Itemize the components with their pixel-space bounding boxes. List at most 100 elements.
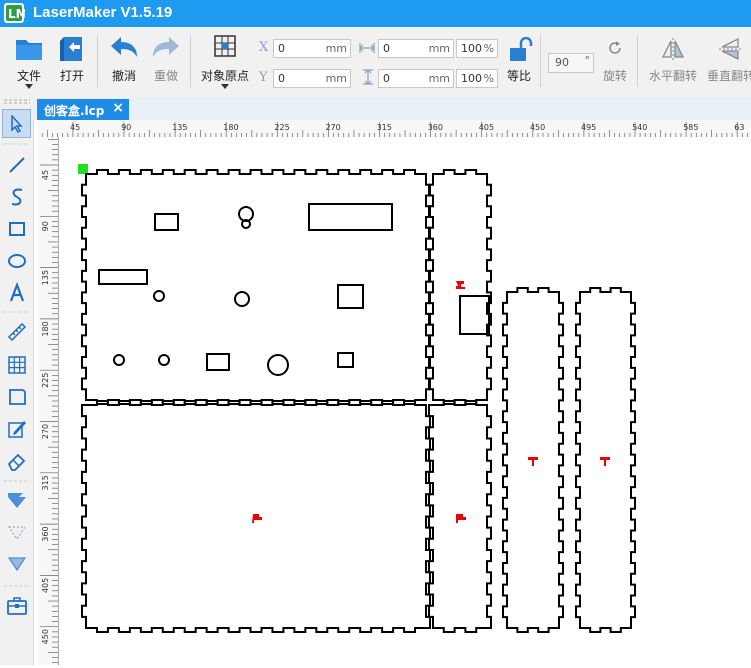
- panel-grip-icon: [4, 143, 30, 145]
- ruler-label: 450: [530, 123, 545, 132]
- height-percent-input[interactable]: 100 %: [456, 69, 498, 88]
- line-icon[interactable]: [5, 153, 29, 177]
- red-marker: [528, 457, 538, 466]
- redo-button[interactable]: 重做: [146, 27, 186, 97]
- ruler-label: 315: [41, 475, 50, 490]
- y-axis-label: Y: [259, 70, 268, 85]
- text-icon[interactable]: [5, 281, 29, 305]
- y-position-input[interactable]: 0 mm: [273, 69, 351, 88]
- red-marker: [456, 281, 465, 289]
- drawing-area[interactable]: [59, 137, 751, 665]
- flip-horizontal-label: 水平翻转: [648, 69, 697, 83]
- flip-vertical-button[interactable]: 垂直翻转: [702, 27, 751, 97]
- hole-rect[interactable]: [154, 213, 179, 231]
- hole-rect[interactable]: [308, 203, 393, 231]
- grid-array-icon[interactable]: [5, 353, 29, 377]
- red-marker: [252, 514, 262, 523]
- angle-value: 90: [555, 56, 569, 69]
- file-menu-button[interactable]: 文件: [8, 27, 50, 97]
- undo-label: 撤消: [111, 69, 136, 83]
- selection-handle[interactable]: [78, 164, 88, 174]
- hole-rect[interactable]: [337, 352, 354, 368]
- undo-button[interactable]: 撤消: [104, 27, 144, 97]
- title-bar: LM LaserMaker V1.5.19: [0, 0, 751, 27]
- open-button[interactable]: 打开: [52, 27, 92, 97]
- width-value: 0: [383, 42, 390, 55]
- ruler-icon[interactable]: [5, 320, 29, 344]
- design-canvas[interactable]: [59, 137, 751, 665]
- rounded-rect-icon[interactable]: [5, 385, 29, 409]
- toolbox-icon[interactable]: [5, 594, 29, 618]
- tab-document[interactable]: 创客盒.lcp ×: [37, 99, 129, 120]
- tab-close-button[interactable]: ×: [112, 100, 124, 116]
- left-ruler: 45 90 135 180 225 270 315 360 405 450: [38, 137, 59, 665]
- chevron-down-icon: [221, 84, 229, 89]
- ruler-label: 225: [41, 373, 50, 388]
- hole-circle[interactable]: [238, 206, 254, 222]
- select-tool[interactable]: [2, 109, 31, 138]
- hole-rect[interactable]: [459, 295, 490, 335]
- ruler-label: 315: [377, 123, 392, 132]
- panel-grip-icon: [4, 585, 30, 587]
- ruler-label: 540: [632, 123, 647, 132]
- eraser-icon[interactable]: [5, 449, 29, 473]
- curve-icon[interactable]: [5, 185, 29, 209]
- chevron-down-icon: [25, 84, 33, 89]
- ruler-label: 360: [41, 526, 50, 541]
- undo-arrow-icon: [111, 37, 137, 57]
- rotate-button[interactable]: 旋转: [598, 27, 632, 97]
- main-toolbar: 文件 打开 撤消 重做 对象原点 X 0 mm Y 0 mm 0 mm 100 …: [0, 27, 751, 98]
- toolbar-divider: [190, 35, 191, 87]
- height-arrows-icon: [363, 69, 373, 85]
- layer-dashed-icon[interactable]: [5, 521, 29, 545]
- rectangle-icon[interactable]: [5, 217, 29, 241]
- select-arrow-icon: [11, 115, 23, 133]
- width-percent-input[interactable]: 100 %: [456, 39, 498, 58]
- ruler-label: 135: [41, 270, 50, 285]
- width-input[interactable]: 0 mm: [378, 39, 454, 58]
- rotate-angle-input[interactable]: 90 °: [548, 53, 594, 73]
- height-input[interactable]: 0 mm: [378, 69, 454, 88]
- lock-ratio-button[interactable]: 等比: [502, 27, 536, 97]
- top-panel-outline[interactable]: [81, 169, 431, 405]
- ellipse-icon[interactable]: [5, 249, 29, 273]
- ruler-label: 270: [41, 424, 50, 439]
- width-pct-value: 100: [461, 42, 482, 55]
- hole-circle[interactable]: [234, 291, 250, 307]
- origin-label: 对象原点: [200, 69, 249, 83]
- x-position-input[interactable]: 0 mm: [273, 39, 351, 58]
- left-ruler-scale: 45 90 135 180 225 270 315 360 405 450: [40, 138, 58, 663]
- edit-note-icon[interactable]: [5, 417, 29, 441]
- height-value: 0: [383, 72, 390, 85]
- ruler-label: 180: [41, 321, 50, 336]
- hole-circle[interactable]: [158, 354, 170, 366]
- left-toolbar: [0, 97, 34, 665]
- app-title: LaserMaker V1.5.19: [33, 4, 173, 21]
- flip-horizontal-button[interactable]: 水平翻转: [644, 27, 702, 97]
- flip-vertical-icon: [719, 37, 741, 61]
- ruler-label: 63: [734, 123, 744, 132]
- x-value: 0: [278, 42, 285, 55]
- hole-circle[interactable]: [153, 290, 165, 302]
- hole-circle[interactable]: [113, 354, 125, 366]
- ruler-label: 180: [223, 123, 238, 132]
- hole-circle[interactable]: [267, 354, 289, 376]
- ruler-label: 495: [581, 123, 596, 132]
- layer-down-icon[interactable]: [5, 489, 29, 513]
- open-label: 打开: [59, 69, 84, 83]
- hole-rect[interactable]: [337, 284, 364, 309]
- flip-horizontal-icon: [661, 38, 685, 60]
- height-pct-unit: %: [483, 72, 494, 85]
- tab-label: 创客盒.lcp: [44, 104, 105, 118]
- width-unit: mm: [428, 42, 450, 55]
- layer-merge-icon[interactable]: [5, 553, 29, 577]
- open-file-icon: [60, 37, 82, 61]
- object-origin-button[interactable]: 对象原点: [196, 27, 254, 97]
- y-unit: mm: [325, 72, 347, 85]
- width-pct-unit: %: [483, 42, 494, 55]
- hole-rect[interactable]: [206, 353, 230, 371]
- ruler-label: 90: [41, 221, 50, 231]
- hole-rect[interactable]: [98, 269, 148, 285]
- app-logo-icon: LM: [4, 3, 25, 23]
- rotate-label: 旋转: [602, 69, 627, 83]
